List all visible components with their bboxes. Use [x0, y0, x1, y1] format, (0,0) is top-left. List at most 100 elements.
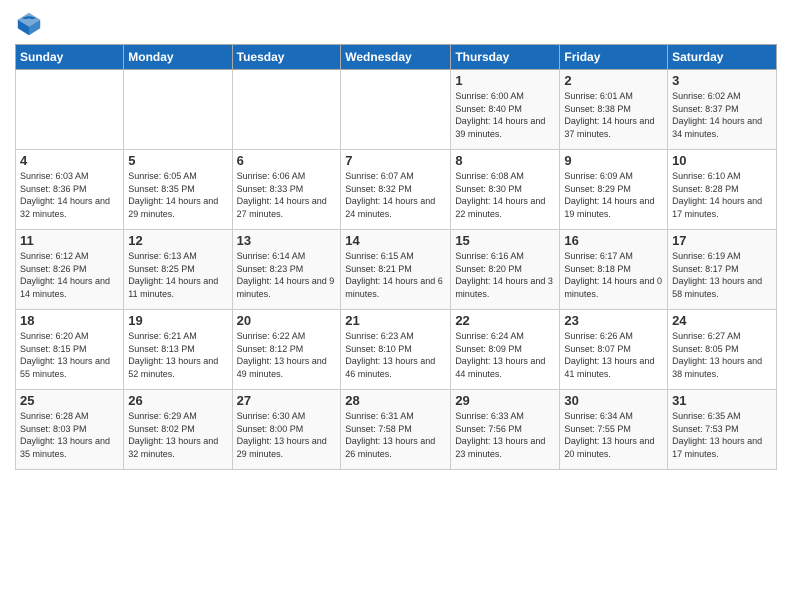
- day-info: Sunrise: 6:27 AM Sunset: 8:05 PM Dayligh…: [672, 330, 772, 380]
- calendar-cell: 21 Sunrise: 6:23 AM Sunset: 8:10 PM Dayli…: [341, 310, 451, 390]
- day-info: Sunrise: 6:10 AM Sunset: 8:28 PM Dayligh…: [672, 170, 772, 220]
- day-number: 11: [20, 233, 119, 248]
- day-info: Sunrise: 6:08 AM Sunset: 8:30 PM Dayligh…: [455, 170, 555, 220]
- day-number: 25: [20, 393, 119, 408]
- calendar-cell: 26 Sunrise: 6:29 AM Sunset: 8:02 PM Dayli…: [124, 390, 232, 470]
- calendar-cell: 27 Sunrise: 6:30 AM Sunset: 8:00 PM Dayli…: [232, 390, 341, 470]
- calendar-cell: 12Sunrise: 6:13 AM Sunset: 8:25 PM Dayli…: [124, 230, 232, 310]
- day-number: 5: [128, 153, 227, 168]
- week-row-3: 11Sunrise: 6:12 AM Sunset: 8:26 PM Dayli…: [16, 230, 777, 310]
- day-info: Sunrise: 6:23 AM Sunset: 8:10 PM Dayligh…: [345, 330, 446, 380]
- calendar-cell: 31Sunrise: 6:35 AM Sunset: 7:53 PM Dayli…: [668, 390, 777, 470]
- calendar-cell: 19 Sunrise: 6:21 AM Sunset: 8:13 PM Dayli…: [124, 310, 232, 390]
- calendar-cell: 15 Sunrise: 6:16 AM Sunset: 8:20 PM Dayli…: [451, 230, 560, 310]
- day-info: Sunrise: 6:22 AM Sunset: 8:12 PM Dayligh…: [237, 330, 337, 380]
- day-header-thursday: Thursday: [451, 45, 560, 70]
- day-info: Sunrise: 6:16 AM Sunset: 8:20 PM Dayligh…: [455, 250, 555, 300]
- calendar-cell: 3 Sunrise: 6:02 AM Sunset: 8:37 PM Daylig…: [668, 70, 777, 150]
- calendar-cell: 23 Sunrise: 6:26 AM Sunset: 8:07 PM Dayli…: [560, 310, 668, 390]
- day-number: 1: [455, 73, 555, 88]
- logo-icon: [15, 10, 43, 38]
- day-number: 20: [237, 313, 337, 328]
- day-info: Sunrise: 6:33 AM Sunset: 7:56 PM Dayligh…: [455, 410, 555, 460]
- day-info: Sunrise: 6:07 AM Sunset: 8:32 PM Dayligh…: [345, 170, 446, 220]
- week-row-4: 18 Sunrise: 6:20 AM Sunset: 8:15 PM Dayli…: [16, 310, 777, 390]
- calendar-cell: 17 Sunrise: 6:19 AM Sunset: 8:17 PM Dayli…: [668, 230, 777, 310]
- day-number: 17: [672, 233, 772, 248]
- day-info: Sunrise: 6:14 AM Sunset: 8:23 PM Dayligh…: [237, 250, 337, 300]
- main-container: SundayMondayTuesdayWednesdayThursdayFrid…: [0, 0, 792, 475]
- day-info: Sunrise: 6:34 AM Sunset: 7:55 PM Dayligh…: [564, 410, 663, 460]
- day-number: 30: [564, 393, 663, 408]
- day-info: Sunrise: 6:03 AM Sunset: 8:36 PM Dayligh…: [20, 170, 119, 220]
- day-number: 18: [20, 313, 119, 328]
- day-info: Sunrise: 6:29 AM Sunset: 8:02 PM Dayligh…: [128, 410, 227, 460]
- calendar-cell: 4Sunrise: 6:03 AM Sunset: 8:36 PM Daylig…: [16, 150, 124, 230]
- week-row-1: 1 Sunrise: 6:00 AM Sunset: 8:40 PM Daylig…: [16, 70, 777, 150]
- calendar-cell: 1 Sunrise: 6:00 AM Sunset: 8:40 PM Daylig…: [451, 70, 560, 150]
- logo: [15, 10, 47, 38]
- day-number: 2: [564, 73, 663, 88]
- day-info: Sunrise: 6:24 AM Sunset: 8:09 PM Dayligh…: [455, 330, 555, 380]
- day-info: Sunrise: 6:15 AM Sunset: 8:21 PM Dayligh…: [345, 250, 446, 300]
- day-number: 29: [455, 393, 555, 408]
- day-info: Sunrise: 6:13 AM Sunset: 8:25 PM Dayligh…: [128, 250, 227, 300]
- day-number: 27: [237, 393, 337, 408]
- calendar-cell: 25 Sunrise: 6:28 AM Sunset: 8:03 PM Dayli…: [16, 390, 124, 470]
- calendar-cell: 16 Sunrise: 6:17 AM Sunset: 8:18 PM Dayli…: [560, 230, 668, 310]
- day-info: Sunrise: 6:01 AM Sunset: 8:38 PM Dayligh…: [564, 90, 663, 140]
- day-info: Sunrise: 6:00 AM Sunset: 8:40 PM Dayligh…: [455, 90, 555, 140]
- day-number: 9: [564, 153, 663, 168]
- calendar-cell: 22 Sunrise: 6:24 AM Sunset: 8:09 PM Dayli…: [451, 310, 560, 390]
- day-info: Sunrise: 6:09 AM Sunset: 8:29 PM Dayligh…: [564, 170, 663, 220]
- day-info: Sunrise: 6:21 AM Sunset: 8:13 PM Dayligh…: [128, 330, 227, 380]
- day-info: Sunrise: 6:20 AM Sunset: 8:15 PM Dayligh…: [20, 330, 119, 380]
- day-number: 22: [455, 313, 555, 328]
- day-info: Sunrise: 6:17 AM Sunset: 8:18 PM Dayligh…: [564, 250, 663, 300]
- calendar-cell: 28Sunrise: 6:31 AM Sunset: 7:58 PM Dayli…: [341, 390, 451, 470]
- calendar-cell: [341, 70, 451, 150]
- calendar-table: SundayMondayTuesdayWednesdayThursdayFrid…: [15, 44, 777, 470]
- day-number: 10: [672, 153, 772, 168]
- day-number: 21: [345, 313, 446, 328]
- calendar-cell: [16, 70, 124, 150]
- calendar-cell: 5 Sunrise: 6:05 AM Sunset: 8:35 PM Daylig…: [124, 150, 232, 230]
- day-number: 15: [455, 233, 555, 248]
- calendar-cell: 8 Sunrise: 6:08 AM Sunset: 8:30 PM Daylig…: [451, 150, 560, 230]
- day-header-wednesday: Wednesday: [341, 45, 451, 70]
- day-number: 24: [672, 313, 772, 328]
- day-number: 8: [455, 153, 555, 168]
- calendar-cell: 20 Sunrise: 6:22 AM Sunset: 8:12 PM Dayli…: [232, 310, 341, 390]
- day-number: 14: [345, 233, 446, 248]
- calendar-cell: 7Sunrise: 6:07 AM Sunset: 8:32 PM Daylig…: [341, 150, 451, 230]
- day-number: 23: [564, 313, 663, 328]
- day-info: Sunrise: 6:05 AM Sunset: 8:35 PM Dayligh…: [128, 170, 227, 220]
- day-info: Sunrise: 6:02 AM Sunset: 8:37 PM Dayligh…: [672, 90, 772, 140]
- calendar-cell: [232, 70, 341, 150]
- calendar-cell: 30 Sunrise: 6:34 AM Sunset: 7:55 PM Dayli…: [560, 390, 668, 470]
- week-row-2: 4Sunrise: 6:03 AM Sunset: 8:36 PM Daylig…: [16, 150, 777, 230]
- calendar-cell: 13Sunrise: 6:14 AM Sunset: 8:23 PM Dayli…: [232, 230, 341, 310]
- day-header-friday: Friday: [560, 45, 668, 70]
- day-info: Sunrise: 6:28 AM Sunset: 8:03 PM Dayligh…: [20, 410, 119, 460]
- calendar-cell: 10 Sunrise: 6:10 AM Sunset: 8:28 PM Dayli…: [668, 150, 777, 230]
- calendar-cell: 14 Sunrise: 6:15 AM Sunset: 8:21 PM Dayli…: [341, 230, 451, 310]
- calendar-cell: 29 Sunrise: 6:33 AM Sunset: 7:56 PM Dayli…: [451, 390, 560, 470]
- day-number: 3: [672, 73, 772, 88]
- day-header-monday: Monday: [124, 45, 232, 70]
- calendar-cell: 24 Sunrise: 6:27 AM Sunset: 8:05 PM Dayli…: [668, 310, 777, 390]
- header: [15, 10, 777, 38]
- calendar-cell: [124, 70, 232, 150]
- day-number: 26: [128, 393, 227, 408]
- header-row: SundayMondayTuesdayWednesdayThursdayFrid…: [16, 45, 777, 70]
- calendar-cell: 6Sunrise: 6:06 AM Sunset: 8:33 PM Daylig…: [232, 150, 341, 230]
- day-number: 16: [564, 233, 663, 248]
- day-number: 19: [128, 313, 227, 328]
- calendar-cell: 18 Sunrise: 6:20 AM Sunset: 8:15 PM Dayli…: [16, 310, 124, 390]
- calendar-cell: 2 Sunrise: 6:01 AM Sunset: 8:38 PM Daylig…: [560, 70, 668, 150]
- calendar-cell: 11Sunrise: 6:12 AM Sunset: 8:26 PM Dayli…: [16, 230, 124, 310]
- day-info: Sunrise: 6:30 AM Sunset: 8:00 PM Dayligh…: [237, 410, 337, 460]
- day-info: Sunrise: 6:19 AM Sunset: 8:17 PM Dayligh…: [672, 250, 772, 300]
- day-info: Sunrise: 6:26 AM Sunset: 8:07 PM Dayligh…: [564, 330, 663, 380]
- day-number: 31: [672, 393, 772, 408]
